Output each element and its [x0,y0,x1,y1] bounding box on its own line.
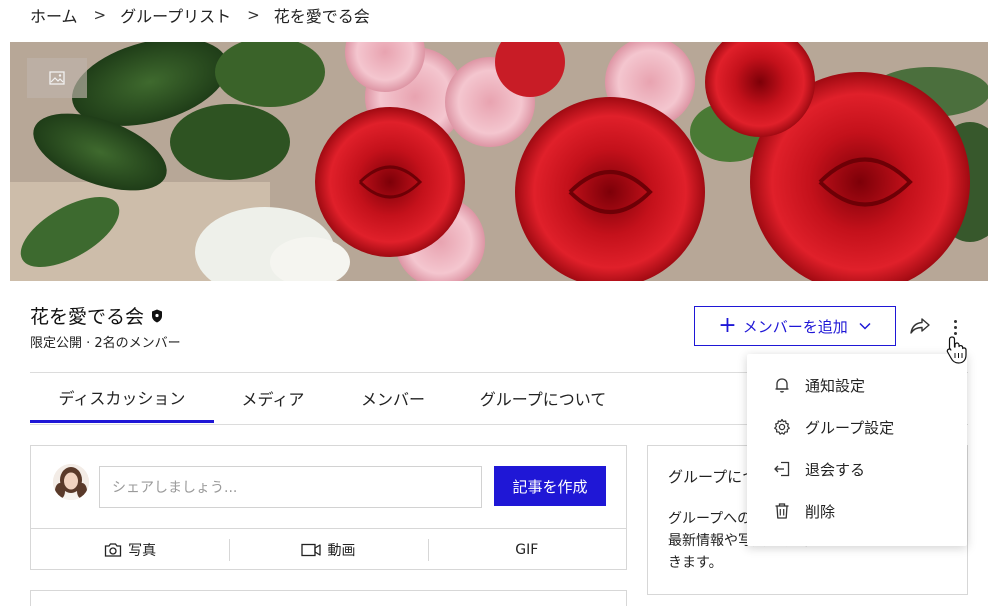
menu-item-leave-group[interactable]: 退会する [747,448,967,490]
feed-post-card [30,590,627,606]
bell-icon [775,378,789,393]
shield-icon [152,309,163,322]
menu-item-label: 通知設定 [805,376,866,395]
kebab-dot [953,319,957,323]
menu-item-label: グループ設定 [805,418,895,437]
chevron-down-icon [859,322,871,330]
breadcrumb-current: 花を愛でる会 [273,7,370,26]
menu-item-notification-settings[interactable]: 通知設定 [747,364,967,406]
breadcrumb-group-list[interactable]: グループリスト [120,3,231,27]
hand-cursor-icon [946,336,967,364]
leave-icon [774,461,790,477]
photo-label: 写真 [128,542,157,559]
media-actions: 写真 動画 GIF [31,529,626,570]
menu-item-delete-group[interactable]: 削除 [747,490,967,532]
menu-item-label: 退会する [805,460,866,479]
breadcrumb-home[interactable]: ホーム [30,3,78,27]
breadcrumb: ホーム > グループリスト > 花を愛でる会 [30,4,370,26]
post-composer: シェアしましょう... 記事を作成 写真 動画 GIF [30,445,627,570]
create-post-button[interactable]: 記事を作成 [494,466,606,506]
video-label: 動画 [327,542,356,559]
cover-photo [10,42,988,281]
video-button[interactable]: 動画 [229,529,427,570]
breadcrumb-separator: > [93,6,107,24]
image-icon [49,71,65,85]
gear-icon [774,418,790,435]
group-name: 花を愛でる会 [30,306,145,328]
add-member-label: メンバーを追加 [742,317,848,336]
add-member-button[interactable]: + メンバーを追加 [694,306,896,346]
kebab-dot [953,325,957,329]
share-icon[interactable] [908,315,932,337]
breadcrumb-separator: > [247,6,260,24]
group-title: 花を愛でる会 [30,302,163,329]
video-icon [301,543,322,556]
menu-item-group-settings[interactable]: グループ設定 [747,406,967,448]
avatar-image [53,464,89,500]
group-page: ホーム > グループリスト > 花を愛でる会 花を愛でる会 限定公開 · 2名の… [0,0,1000,606]
tab-about[interactable]: グループについて [454,373,632,423]
trash-icon [775,503,789,519]
tab-discussion[interactable]: ディスカッション [30,373,214,423]
post-input[interactable]: シェアしましょう... [99,466,482,508]
cover-image [10,42,988,281]
tab-media[interactable]: メディア [214,373,332,423]
more-options-menu: 通知設定 グループ設定 退会する 削除 [747,354,967,546]
gif-button[interactable]: GIF [427,529,626,570]
menu-item-label: 削除 [805,502,836,521]
change-cover-button[interactable] [27,58,87,98]
gif-label: GIF [515,541,539,558]
photo-button[interactable]: 写真 [31,529,229,570]
group-privacy-members: 限定公開 · 2名のメンバー [30,336,181,351]
avatar [53,464,89,500]
group-tabs: ディスカッション メディア メンバー グループについて [30,373,632,425]
plus-icon: + [718,313,737,338]
tab-members[interactable]: メンバー [332,373,454,423]
camera-icon [105,542,122,557]
